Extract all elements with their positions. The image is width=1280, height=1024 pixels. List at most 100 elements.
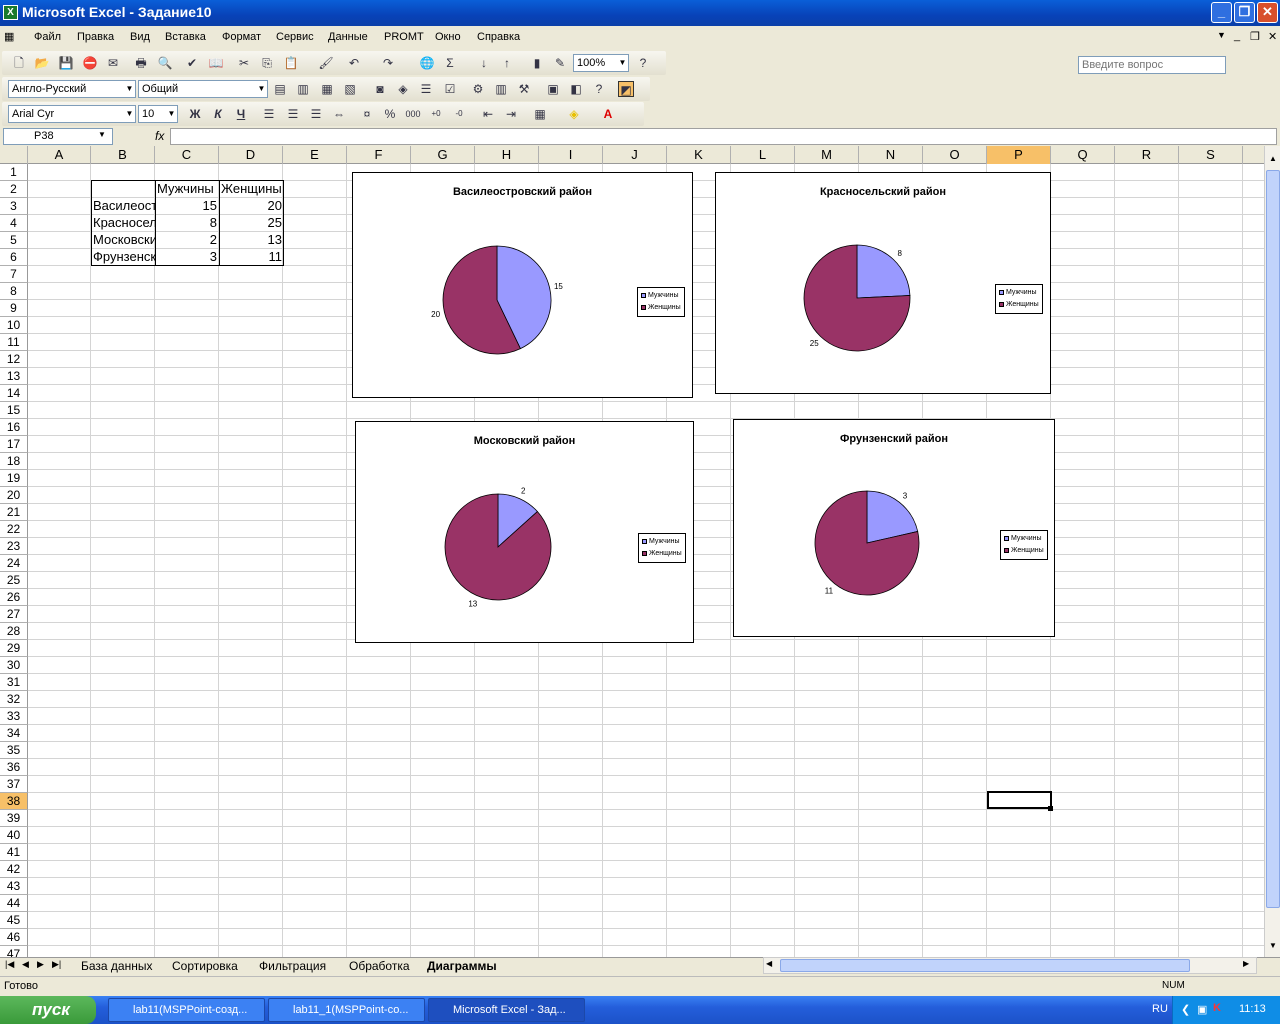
column-header-F[interactable]: F	[347, 146, 411, 164]
excel-app-icon[interactable]: X	[3, 5, 18, 20]
language-indicator[interactable]: RU	[1152, 1003, 1168, 1015]
translation-direction-select[interactable]: Англо-Русский ▼	[8, 80, 136, 98]
chart-moskovsky[interactable]: Московский район 2 13 Мужчины Женщины	[355, 421, 694, 643]
row-header-1[interactable]: 1	[0, 164, 28, 181]
translate-book-icon[interactable]: ▧	[342, 81, 358, 97]
men-value[interactable]: 3	[155, 249, 219, 266]
chart-frunzensky[interactable]: Фрунзенский район 3 11 Мужчины Женщины	[733, 419, 1055, 637]
row-header-8[interactable]: 8	[0, 283, 28, 300]
row-header-17[interactable]: 17	[0, 436, 28, 453]
row-header-41[interactable]: 41	[0, 844, 28, 861]
decrease-indent-icon[interactable]: ⇤	[480, 106, 496, 122]
sort-descending-icon[interactable]: ↑	[499, 55, 515, 71]
image-icon[interactable]: ◧	[568, 81, 584, 97]
doc-close-icon[interactable]: ✕	[1268, 30, 1277, 43]
row-header-7[interactable]: 7	[0, 266, 28, 283]
menu-format[interactable]: Формат	[222, 31, 261, 43]
row-header-27[interactable]: 27	[0, 606, 28, 623]
column-header-E[interactable]: E	[283, 146, 347, 164]
research-icon[interactable]: 📖	[208, 55, 224, 71]
ask-question-input[interactable]	[1078, 56, 1226, 74]
row-header-35[interactable]: 35	[0, 742, 28, 759]
row-header-20[interactable]: 20	[0, 487, 28, 504]
help-icon[interactable]: ?	[635, 55, 651, 71]
column-header-K[interactable]: K	[667, 146, 731, 164]
currency-icon[interactable]: ¤	[359, 106, 375, 122]
new-icon[interactable]: 🗋	[11, 55, 27, 71]
row-header-32[interactable]: 32	[0, 691, 28, 708]
drawing-icon[interactable]: ✎	[552, 55, 568, 71]
row-header-29[interactable]: 29	[0, 640, 28, 657]
row-header-19[interactable]: 19	[0, 470, 28, 487]
column-header-P[interactable]: P	[987, 146, 1051, 164]
column-header-R[interactable]: R	[1115, 146, 1179, 164]
name-box[interactable]: P38	[3, 128, 113, 145]
row-header-24[interactable]: 24	[0, 555, 28, 572]
format-painter-icon[interactable]: 🖌	[318, 55, 334, 71]
menu-file[interactable]: Файл	[34, 31, 61, 43]
email-icon[interactable]: ✉	[105, 55, 121, 71]
thousands-icon[interactable]: 000	[405, 106, 421, 122]
row-header-45[interactable]: 45	[0, 912, 28, 929]
align-center-icon[interactable]: ☰	[285, 106, 301, 122]
scroll-right-icon[interactable]: ▶	[1243, 959, 1249, 968]
view-icon[interactable]: ▣	[545, 81, 561, 97]
row-header-4[interactable]: 4	[0, 215, 28, 232]
district-label[interactable]: Василеостровский район	[91, 198, 155, 215]
menu-data[interactable]: Данные	[328, 31, 368, 43]
column-header-N[interactable]: N	[859, 146, 923, 164]
font-size-select[interactable]: 10 ▼	[138, 105, 178, 123]
selected-cell-P38[interactable]	[987, 791, 1052, 809]
men-value[interactable]: 2	[155, 232, 219, 249]
column-header-L[interactable]: L	[731, 146, 795, 164]
check-icon[interactable]: ☑	[442, 81, 458, 97]
sheet-tab-sorting[interactable]: Сортировка	[172, 959, 238, 973]
books-icon[interactable]: ▥	[493, 81, 509, 97]
chart-krasnoselsky[interactable]: Красносельский район 8 25 Мужчины Женщины	[715, 172, 1051, 394]
percent-icon[interactable]: %	[382, 106, 398, 122]
print-icon[interactable]: 🖶	[133, 55, 149, 71]
restore-button[interactable]: ❐	[1234, 2, 1255, 23]
header-men[interactable]: Мужчины	[155, 181, 219, 198]
row-header-37[interactable]: 37	[0, 776, 28, 793]
open-icon[interactable]: 📂	[34, 55, 50, 71]
row-header-33[interactable]: 33	[0, 708, 28, 725]
header-women[interactable]: Женщины	[219, 181, 284, 198]
row-header-18[interactable]: 18	[0, 453, 28, 470]
spelling-icon[interactable]: ✔	[184, 55, 200, 71]
close-button[interactable]: ✕	[1257, 2, 1278, 23]
formula-input[interactable]	[170, 128, 1277, 145]
menu-window[interactable]: Окно	[435, 31, 461, 43]
tools-icon[interactable]: ⚒	[516, 81, 532, 97]
row-header-16[interactable]: 16	[0, 419, 28, 436]
row-header-43[interactable]: 43	[0, 878, 28, 895]
merge-center-icon[interactable]: ⇔	[331, 106, 347, 122]
district-label[interactable]: Красносельский район	[91, 215, 155, 232]
paste-icon[interactable]: 📋	[283, 55, 299, 71]
translate-sheet-icon[interactable]: ▦	[319, 81, 335, 97]
tray-arrow-icon[interactable]: ❮	[1181, 1003, 1190, 1016]
column-header-G[interactable]: G	[411, 146, 475, 164]
align-right-icon[interactable]: ☰	[308, 106, 324, 122]
prev-sheet-icon[interactable]: ◀	[22, 959, 29, 970]
taskbar-word-lab11[interactable]: lab11(MSPPoint-созд...	[108, 998, 265, 1022]
row-header-9[interactable]: 9	[0, 300, 28, 317]
row-header-13[interactable]: 13	[0, 368, 28, 385]
horizontal-scrollbar[interactable]: ◀ ▶	[763, 957, 1257, 974]
save-icon[interactable]: 💾	[58, 55, 74, 71]
fill-color-icon[interactable]: ◈	[566, 106, 582, 122]
row-header-46[interactable]: 46	[0, 929, 28, 946]
promt-active-icon[interactable]: ◩	[618, 81, 634, 97]
row-header-23[interactable]: 23	[0, 538, 28, 555]
column-header-S[interactable]: S	[1179, 146, 1243, 164]
row-header-34[interactable]: 34	[0, 725, 28, 742]
doc-minimize-icon[interactable]: _	[1234, 30, 1240, 42]
minimize-button[interactable]: _	[1211, 2, 1232, 23]
menu-help[interactable]: Справка	[477, 31, 520, 43]
next-sheet-icon[interactable]: ▶	[37, 959, 44, 970]
taskbar-word-lab11-1[interactable]: lab11_1(MSPPoint-со...	[268, 998, 425, 1022]
last-sheet-icon[interactable]: ▶|	[52, 959, 61, 970]
women-value[interactable]: 25	[219, 215, 284, 232]
promt-help-icon[interactable]: ?	[591, 81, 607, 97]
start-button[interactable]: пуск	[0, 996, 96, 1024]
